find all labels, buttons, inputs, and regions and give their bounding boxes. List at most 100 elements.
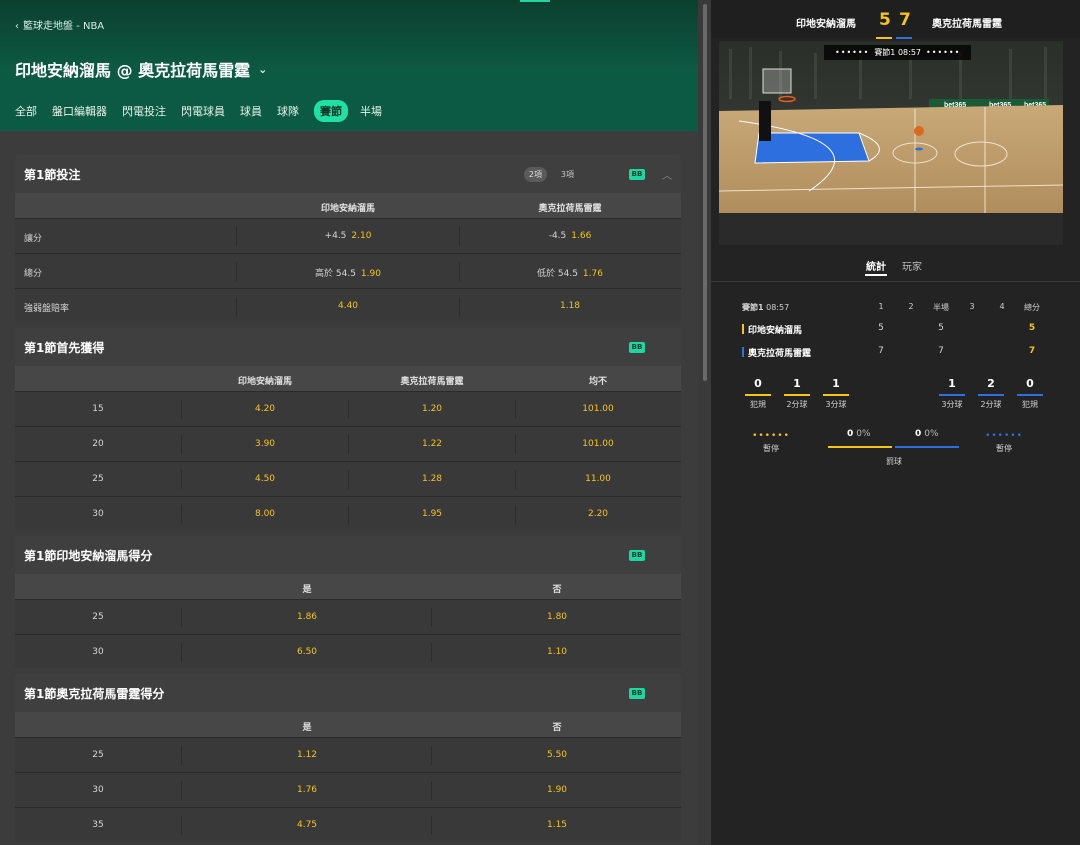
tab-bet-builder[interactable]: 盤口編輯器 [52,100,107,122]
markets-column: ‹ 籃球走地盤 - NBA 印地安納溜馬 @ 奧克拉荷馬雷霆 ⌄ 全部 盤口編輯器… [0,0,698,845]
count-pill[interactable]: 2項 [523,167,547,182]
column-header: 印地安納溜馬 [237,377,293,387]
market-title: 第1節首先獲得 [24,340,105,355]
divider [181,816,182,835]
market-header[interactable]: 第1節奧克拉荷馬雷霆得分 BB [15,674,681,712]
column-header-row: 是 否 [15,574,681,599]
odds-button[interactable]: 1.22 [422,439,442,449]
count-pill[interactable]: 3項 [561,169,574,180]
divider [181,505,182,524]
odds-button[interactable]: +4.5 2.10 [325,231,372,241]
half-score: 7 [938,346,944,356]
table-row: 總分 高於 54.5 1.90 低於 54.5 1.76 [15,253,681,288]
tab-stats[interactable]: 統計 [866,258,886,273]
table-row: 25 4.50 1.28 11.00 [15,461,681,496]
odds-button[interactable]: 4.20 [255,404,275,414]
total-score: 7 [1028,346,1036,356]
odds-button[interactable]: 低於 54.5 1.76 [537,266,603,279]
divider [181,781,182,800]
market-title: 第1節投注 [24,167,81,182]
event-title[interactable]: 印地安納溜馬 @ 奧克拉荷馬雷霆 ⌄ [15,57,267,81]
divider [515,400,516,419]
divider [431,816,432,835]
divider [431,608,432,627]
market-q1-home-points: 第1節印地安納溜馬得分 BB 是 否 25 1.86 1.80 30 6.50 … [15,536,681,668]
tab-flash-player[interactable]: 閃電球員 [181,100,225,122]
odds-button[interactable]: 3.90 [255,439,275,449]
divider [431,746,432,765]
odds-button[interactable]: 101.00 [582,404,614,414]
odds-button[interactable]: 1.86 [297,612,317,622]
away-team-name: 奧克拉荷馬雷霆 [932,19,1002,30]
odds-button[interactable]: 1.18 [560,301,580,311]
divider [348,505,349,524]
row-label: 25 [92,612,104,622]
market-header[interactable]: 第1節印地安納溜馬得分 BB [15,536,681,574]
tab-flash-bet[interactable]: 閃電投注 [122,100,166,122]
away-2pt-stat: 2 2分球 [975,377,1007,410]
odds-button[interactable]: 101.00 [582,439,614,449]
odds-button[interactable]: 8.00 [255,509,275,519]
tab-players[interactable]: 球員 [240,100,262,122]
odds-button[interactable]: 1.10 [547,647,567,657]
app-root: ‹ 籃球走地盤 - NBA 印地安納溜馬 @ 奧克拉荷馬雷霆 ⌄ 全部 盤口編輯器… [0,0,1080,845]
odds-button[interactable]: 1.12 [297,750,317,760]
row-label: 25 [92,474,104,484]
odds-button[interactable]: 1.15 [547,820,567,830]
row-label: 30 [92,647,104,657]
divider [459,297,460,316]
team-name: 奧克拉荷馬雷霆 [748,349,812,359]
odds-button[interactable]: 1.90 [547,785,567,795]
odds-button[interactable]: 11.00 [585,474,611,484]
chevron-up-icon[interactable]: ︿ [662,167,672,182]
row-label: 強弱盤賠率 [24,304,70,314]
tab-half[interactable]: 半場 [360,100,382,122]
row-label: 15 [92,404,104,414]
divider [348,400,349,419]
market-header[interactable]: 第1節首先獲得 BB [15,328,681,366]
row-label: 讓分 [24,234,43,244]
odds-button[interactable]: 1.28 [422,474,442,484]
column-header: 是 [302,723,312,733]
scrollbar[interactable] [703,4,707,381]
column-header: 均不 [588,377,608,387]
column-header-row: 印地安納溜馬 奧克拉荷馬雷霆 均不 [15,366,681,391]
column-header: 是 [302,585,312,595]
odds-button[interactable]: 4.50 [255,474,275,484]
divider [515,470,516,489]
odds-button[interactable]: 4.75 [297,820,317,830]
tab-all[interactable]: 全部 [15,100,37,122]
divider [181,400,182,419]
period-label: 賽節1 08:57 [742,303,790,312]
odds-button[interactable]: 1.76 [297,785,317,795]
tab-quarters[interactable]: 賽節 [314,100,348,122]
away-score-row: 奧克拉荷馬雷霆 7 7 7 [711,345,1080,359]
market-title: 第1節印地安納溜馬得分 [24,548,153,563]
odds-button[interactable]: 1.95 [422,509,442,519]
market-header[interactable]: 第1節投注 2項 3項 BB ︿ [15,155,681,193]
column-header: 3 [969,302,975,311]
divider [431,781,432,800]
odds-button[interactable]: -4.5 1.66 [549,231,592,241]
odds-button[interactable]: 2.20 [588,509,608,519]
market-q1-away-points: 第1節奧克拉荷馬雷霆得分 BB 是 否 25 1.12 5.50 30 1.76… [15,674,681,842]
table-row: 30 8.00 1.95 2.20 [15,496,681,530]
breadcrumb-label: 籃球走地盤 - NBA [23,21,105,32]
odds-button[interactable]: 1.20 [422,404,442,414]
chevron-left-icon: ‹ [15,21,19,32]
odds-button[interactable]: 高於 54.5 1.90 [315,266,381,279]
odds-button[interactable]: 1.80 [547,612,567,622]
divider [181,608,182,627]
odds-button[interactable]: 6.50 [297,647,317,657]
odds-button[interactable]: 5.50 [547,750,567,760]
header-accent-line [520,0,550,2]
away-color-bar [896,37,912,39]
breadcrumb[interactable]: ‹ 籃球走地盤 - NBA [15,17,104,32]
tab-players[interactable]: 玩家 [902,258,922,273]
odds-button[interactable]: 4.40 [338,301,358,311]
column-header: 1 [878,302,884,311]
stats-tabs: 統計 玩家 [711,256,1080,280]
divider [431,643,432,662]
tab-teams[interactable]: 球隊 [277,100,299,122]
row-label: 25 [92,750,104,760]
